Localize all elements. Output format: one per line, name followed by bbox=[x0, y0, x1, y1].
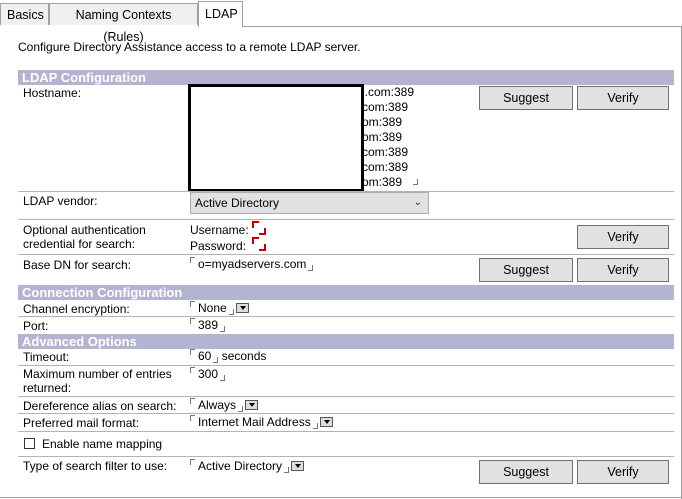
hostname-entry[interactable]: om:389 bbox=[362, 130, 402, 145]
field-end-marker bbox=[284, 467, 290, 473]
timeout-value: 60 bbox=[198, 349, 212, 363]
max-entries-field[interactable]: 300 bbox=[190, 367, 226, 381]
dropdown-arrow-icon[interactable] bbox=[319, 416, 333, 427]
tab-basics[interactable]: Basics bbox=[0, 3, 49, 25]
field-start-marker bbox=[190, 367, 195, 373]
hostname-entry[interactable]: com:389 bbox=[362, 160, 408, 175]
field-end-marker bbox=[413, 179, 418, 185]
dereference-alias-field[interactable]: Always bbox=[190, 398, 259, 412]
row-divider bbox=[18, 396, 674, 397]
hostname-entry[interactable]: com:389 bbox=[362, 100, 408, 115]
field-end-marker bbox=[308, 265, 314, 271]
dropdown-arrow-icon[interactable] bbox=[291, 460, 305, 471]
section-advanced-options: Advanced Options bbox=[18, 334, 674, 349]
verify-credentials-button[interactable]: Verify bbox=[577, 225, 669, 249]
username-field-end[interactable] bbox=[259, 228, 266, 235]
row-divider bbox=[18, 413, 674, 414]
channel-encryption-label: Channel encryption: bbox=[23, 302, 130, 316]
password-field-start[interactable] bbox=[252, 237, 259, 244]
auth-label-line2: credential for search: bbox=[23, 237, 136, 251]
username-field-start[interactable] bbox=[252, 221, 259, 228]
search-filter-type-field[interactable]: Active Directory bbox=[190, 459, 305, 473]
field-start-marker bbox=[190, 318, 195, 324]
base-dn-field[interactable]: o=myadservers.com bbox=[190, 257, 314, 271]
timeout-field[interactable]: 60 seconds bbox=[190, 349, 266, 363]
max-entries-value: 300 bbox=[198, 367, 219, 381]
field-end-marker bbox=[220, 375, 226, 381]
verify-hostname-button[interactable]: Verify bbox=[577, 86, 669, 110]
timeout-unit: seconds bbox=[221, 349, 267, 363]
dropdown-arrow-icon[interactable] bbox=[245, 399, 259, 410]
field-start-marker bbox=[190, 257, 195, 263]
username-label: Username: bbox=[190, 223, 249, 237]
password-label: Password: bbox=[190, 239, 247, 253]
field-end-marker bbox=[312, 423, 318, 429]
enable-name-mapping-label: Enable name mapping bbox=[42, 437, 163, 451]
max-entries-label-line1: Maximum number of entries bbox=[23, 367, 172, 381]
dereference-alias-value: Always bbox=[198, 398, 237, 412]
section-ldap-configuration: LDAP Configuration bbox=[18, 70, 674, 85]
field-start-marker bbox=[190, 459, 195, 465]
port-field[interactable]: 389 bbox=[190, 318, 226, 332]
field-start-marker bbox=[190, 415, 195, 421]
preferred-mail-format-field[interactable]: Internet Mail Address bbox=[190, 415, 333, 429]
hostname-entry[interactable]: om:389 bbox=[362, 115, 402, 130]
search-filter-type-value: Active Directory bbox=[198, 459, 283, 473]
hostname-label: Hostname: bbox=[23, 86, 82, 100]
field-end-marker bbox=[220, 326, 226, 332]
tab-naming-contexts[interactable]: Naming Contexts (Rules) bbox=[49, 3, 198, 44]
tab-strip: Basics Naming Contexts (Rules) LDAP bbox=[0, 0, 682, 44]
row-divider bbox=[18, 316, 674, 317]
suggest-base-dn-button[interactable]: Suggest bbox=[479, 258, 573, 282]
ldap-vendor-value: Active Directory bbox=[195, 196, 280, 210]
field-end-marker bbox=[238, 406, 244, 412]
hostname-entry[interactable]: l.com:389 bbox=[362, 85, 414, 100]
ldap-vendor-label: LDAP vendor: bbox=[23, 194, 98, 208]
verify-base-dn-button[interactable]: Verify bbox=[577, 258, 669, 282]
row-divider bbox=[18, 365, 674, 366]
password-field-end[interactable] bbox=[259, 244, 266, 251]
base-dn-value: o=myadservers.com bbox=[198, 257, 307, 271]
row-divider bbox=[18, 456, 674, 457]
timeout-label: Timeout: bbox=[23, 350, 70, 364]
preferred-mail-format-value: Internet Mail Address bbox=[198, 415, 311, 429]
tab-baseline bbox=[243, 26, 682, 27]
redaction-box bbox=[188, 84, 364, 192]
max-entries-label-line2: returned: bbox=[23, 381, 72, 395]
dereference-alias-label: Dereference alias on search: bbox=[23, 399, 177, 413]
hostname-entry[interactable]: com:389 bbox=[362, 145, 408, 160]
port-label: Port: bbox=[23, 319, 49, 333]
chevron-down-icon: ⌄ bbox=[413, 197, 422, 208]
search-filter-type-label: Type of search filter to use: bbox=[23, 459, 168, 473]
hostname-entry[interactable]: om:389 bbox=[362, 175, 402, 190]
field-start-marker bbox=[190, 398, 195, 404]
port-value: 389 bbox=[198, 318, 219, 332]
field-start-marker bbox=[190, 349, 195, 355]
row-divider bbox=[18, 254, 674, 255]
field-end-marker bbox=[228, 309, 234, 315]
base-dn-label: Base DN for search: bbox=[23, 258, 132, 272]
preferred-mail-format-label: Preferred mail format: bbox=[23, 416, 140, 430]
ldap-vendor-select[interactable]: Active Directory ⌄ bbox=[190, 192, 429, 214]
suggest-hostname-button[interactable]: Suggest bbox=[479, 86, 573, 110]
section-connection-configuration: Connection Configuration bbox=[18, 285, 674, 300]
channel-encryption-field[interactable]: None bbox=[190, 301, 249, 315]
row-divider bbox=[18, 431, 674, 432]
tab-ldap[interactable]: LDAP bbox=[198, 1, 243, 27]
intro-text: Configure Directory Assistance access to… bbox=[18, 40, 361, 54]
verify-filter-button[interactable]: Verify bbox=[577, 460, 669, 484]
auth-label-line1: Optional authentication bbox=[23, 223, 146, 237]
dropdown-arrow-icon[interactable] bbox=[235, 302, 249, 313]
suggest-filter-button[interactable]: Suggest bbox=[479, 460, 573, 484]
pane-border-bottom bbox=[0, 497, 682, 498]
row-divider bbox=[18, 219, 674, 220]
field-end-marker bbox=[213, 357, 219, 363]
channel-encryption-value: None bbox=[198, 301, 227, 315]
enable-name-mapping-checkbox[interactable] bbox=[24, 438, 35, 449]
field-start-marker bbox=[190, 301, 195, 307]
